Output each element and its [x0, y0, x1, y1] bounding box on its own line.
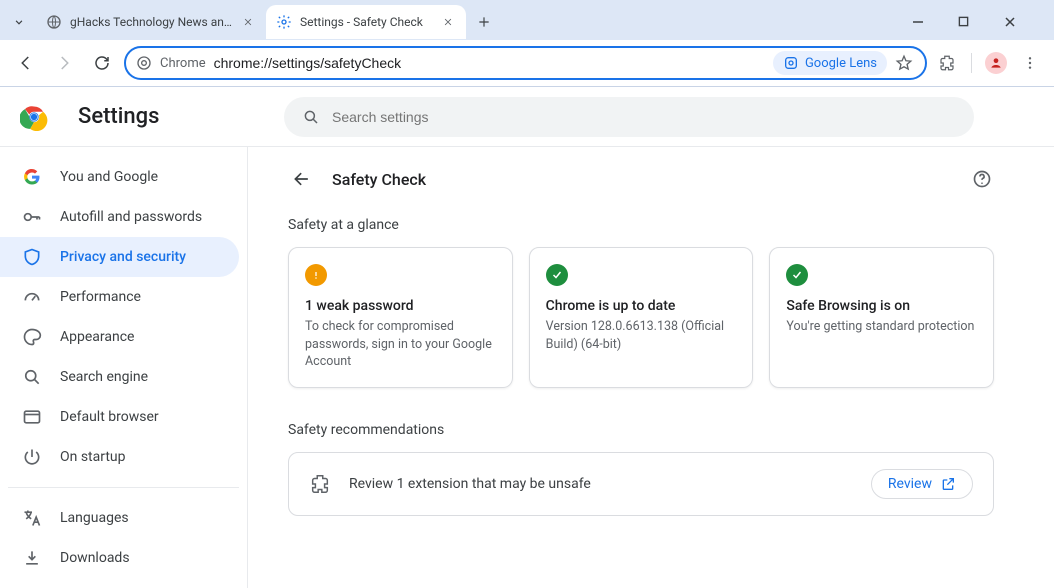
sidebar-item-privacy[interactable]: Privacy and security [0, 237, 239, 277]
tab-settings[interactable]: Settings - Safety Check [266, 5, 466, 39]
bookmark-star-icon[interactable] [895, 54, 919, 72]
new-tab-button[interactable] [470, 8, 498, 36]
minimize-icon[interactable] [912, 16, 940, 28]
card-title: Chrome is up to date [546, 298, 737, 314]
review-button[interactable]: Review [871, 469, 973, 499]
search-icon [22, 367, 42, 387]
key-icon [22, 207, 42, 227]
lens-icon [783, 55, 799, 71]
browser-icon [22, 407, 42, 427]
tablist-dropdown-icon[interactable] [8, 11, 30, 33]
sidebar-item-label: Downloads [60, 550, 130, 566]
kebab-menu-icon[interactable] [1016, 49, 1044, 77]
page-title: Settings [78, 104, 159, 129]
window-controls [912, 16, 1046, 28]
tab-title: gHacks Technology News and A [70, 15, 232, 29]
sidebar-item-performance[interactable]: Performance [0, 277, 239, 317]
power-icon [22, 447, 42, 467]
maximize-icon[interactable] [958, 16, 986, 28]
close-icon[interactable] [240, 14, 256, 30]
check-icon [546, 264, 568, 286]
recommendation-row: Review 1 extension that may be unsafe Re… [288, 452, 994, 516]
search-settings[interactable] [284, 97, 974, 137]
card-desc: To check for compromised passwords, sign… [305, 318, 496, 371]
sidebar-item-label: Default browser [60, 409, 159, 425]
reload-button[interactable] [86, 47, 118, 79]
forward-button[interactable] [48, 47, 80, 79]
sidebar-item-you-google[interactable]: You and Google [0, 157, 239, 197]
address-bar[interactable]: Chrome Google Lens [124, 46, 927, 80]
sidebar-item-label: Privacy and security [60, 249, 186, 265]
google-g-icon [22, 167, 42, 187]
tab-strip: gHacks Technology News and A Settings - … [0, 0, 1054, 40]
sidebar-item-label: You and Google [60, 169, 158, 185]
shield-icon [22, 247, 42, 267]
gear-icon [276, 14, 292, 30]
back-button[interactable] [10, 47, 42, 79]
card-title: 1 weak password [305, 298, 496, 314]
sidebar-item-on-startup[interactable]: On startup [0, 437, 239, 477]
search-icon [302, 108, 320, 126]
google-lens-chip[interactable]: Google Lens [773, 51, 887, 75]
chrome-icon [136, 55, 152, 71]
tab-ghacks[interactable]: gHacks Technology News and A [36, 5, 266, 39]
sidebar-item-label: Performance [60, 289, 141, 305]
close-icon[interactable] [440, 14, 456, 30]
sidebar-item-search-engine[interactable]: Search engine [0, 357, 239, 397]
tab-title: Settings - Safety Check [300, 15, 432, 29]
search-input[interactable] [332, 109, 956, 125]
help-icon[interactable] [970, 167, 994, 191]
card-update[interactable]: Chrome is up to date Version 128.0.6613.… [529, 247, 754, 388]
settings-page: Settings You and Google Autofill and pas… [0, 87, 1054, 588]
sidebar-item-default-browser[interactable]: Default browser [0, 397, 239, 437]
sidebar: You and Google Autofill and passwords Pr… [0, 147, 248, 588]
divider [971, 53, 972, 73]
reco-label: Safety recommendations [288, 422, 994, 438]
globe-icon [46, 14, 62, 30]
url-input[interactable] [214, 55, 765, 71]
avatar-icon [985, 52, 1007, 74]
browser-chrome: gHacks Technology News and A Settings - … [0, 0, 1054, 87]
sidebar-item-downloads[interactable]: Downloads [0, 538, 239, 578]
sidebar-item-label: Search engine [60, 369, 148, 385]
sidebar-item-label: Autofill and passwords [60, 209, 202, 225]
content-header: Safety Check [288, 165, 994, 193]
back-arrow-icon[interactable] [288, 165, 316, 193]
lens-label: Google Lens [805, 56, 877, 71]
translate-icon [22, 508, 42, 528]
reco-text: Review 1 extension that may be unsafe [349, 476, 853, 492]
site-label: Chrome [160, 56, 206, 71]
glance-cards: 1 weak password To check for compromised… [288, 247, 994, 388]
download-icon [22, 548, 42, 568]
chrome-logo-icon [20, 103, 48, 131]
sidebar-item-languages[interactable]: Languages [0, 498, 239, 538]
content-area: Safety Check Safety at a glance 1 weak p… [248, 147, 1054, 588]
divider [8, 487, 239, 488]
content-title: Safety Check [332, 170, 954, 189]
sidebar-item-label: Appearance [60, 329, 134, 345]
check-icon [786, 264, 808, 286]
toolbar: Chrome Google Lens [0, 40, 1054, 86]
sidebar-item-label: On startup [60, 449, 126, 465]
card-passwords[interactable]: 1 weak password To check for compromised… [288, 247, 513, 388]
speedometer-icon [22, 287, 42, 307]
extension-icon [309, 473, 331, 495]
glance-label: Safety at a glance [288, 217, 994, 233]
palette-icon [22, 327, 42, 347]
close-window-icon[interactable] [1004, 16, 1032, 28]
card-safebrowsing[interactable]: Safe Browsing is on You're getting stand… [769, 247, 994, 388]
review-label: Review [888, 476, 932, 492]
profile-avatar[interactable] [982, 49, 1010, 77]
card-desc: You're getting standard protection [786, 318, 977, 336]
open-external-icon [940, 476, 956, 492]
settings-header: Settings [0, 87, 1054, 147]
warning-icon [305, 264, 327, 286]
sidebar-item-label: Languages [60, 510, 129, 526]
sidebar-item-appearance[interactable]: Appearance [0, 317, 239, 357]
card-title: Safe Browsing is on [786, 298, 977, 314]
settings-body: You and Google Autofill and passwords Pr… [0, 147, 1054, 588]
card-desc: Version 128.0.6613.138 (Official Build) … [546, 318, 737, 353]
extensions-icon[interactable] [933, 49, 961, 77]
sidebar-item-autofill[interactable]: Autofill and passwords [0, 197, 239, 237]
